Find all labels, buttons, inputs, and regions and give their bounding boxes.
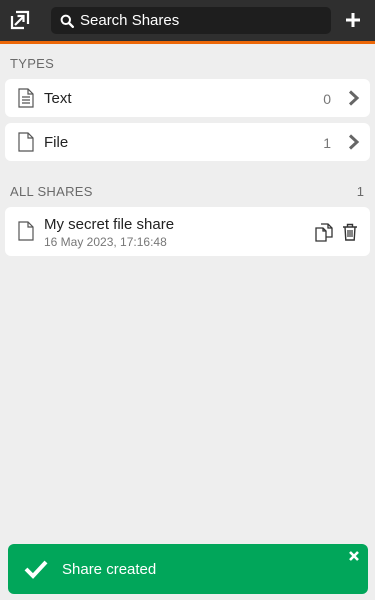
file-icon	[18, 221, 34, 241]
search-input[interactable]	[80, 12, 320, 29]
type-item-label: File	[44, 134, 69, 151]
chevron-right-icon	[348, 134, 360, 150]
text-document-icon	[18, 88, 34, 108]
type-item-file[interactable]: File 1	[5, 123, 370, 161]
chevron-right-icon	[348, 90, 360, 106]
copy-share-button[interactable]	[314, 223, 334, 247]
plus-icon	[346, 13, 360, 27]
toast-message: Share created	[62, 561, 157, 578]
toast-notification: Share created	[8, 544, 368, 594]
search-icon	[60, 14, 74, 28]
type-item-count: 0	[323, 91, 331, 107]
all-shares-count: 1	[356, 184, 364, 199]
types-heading: TYPES	[10, 56, 55, 71]
all-shares-heading: ALL SHARES	[10, 184, 93, 199]
file-icon	[18, 132, 34, 152]
share-title: My secret file share	[44, 216, 175, 233]
share-out-icon	[10, 10, 30, 30]
share-date: 16 May 2023, 17:16:48	[44, 235, 167, 249]
header-accent-line	[0, 41, 375, 44]
search-box[interactable]	[51, 7, 331, 34]
type-item-text[interactable]: Text 0	[5, 79, 370, 117]
type-item-label: Text	[44, 90, 72, 107]
type-item-count: 1	[323, 135, 331, 151]
close-icon[interactable]	[348, 550, 360, 562]
app-logo-button[interactable]	[8, 8, 32, 32]
trash-icon	[343, 223, 357, 241]
add-share-button[interactable]	[341, 8, 365, 32]
share-list-item[interactable]: My secret file share 16 May 2023, 17:16:…	[5, 207, 370, 256]
delete-share-button[interactable]	[342, 223, 358, 246]
copy-icon	[315, 223, 333, 242]
top-bar	[0, 0, 375, 41]
check-icon	[24, 560, 48, 579]
